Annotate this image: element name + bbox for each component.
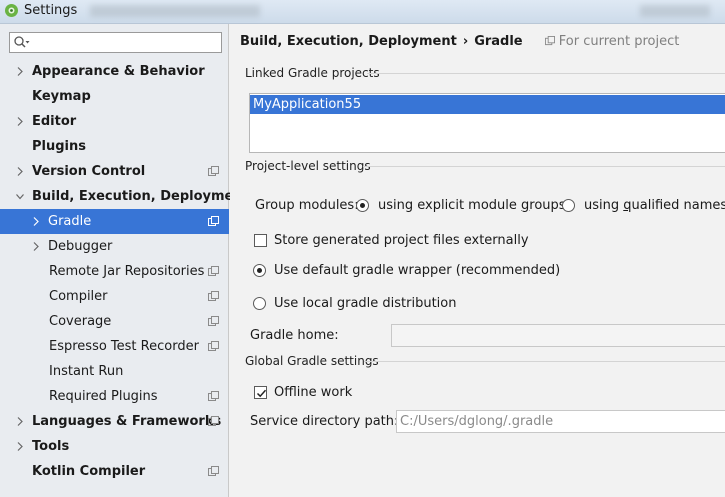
sidebar-item-tools[interactable]: Tools [0,434,229,459]
explicit-groups-radio[interactable] [356,199,369,212]
project-scope-icon [208,416,219,426]
sidebar-item-remote-jar-repositories[interactable]: Remote Jar Repositories [0,259,229,284]
project-scope-icon [208,291,219,301]
project-scope-icon [208,316,219,326]
sidebar-item-label: Espresso Test Recorder [49,339,199,354]
chevron-right-icon [17,67,23,76]
sidebar-item-coverage[interactable]: Coverage [0,309,229,334]
offline-work-label[interactable]: Offline work [274,385,352,400]
sidebar-item-label: Debugger [48,239,113,254]
explicit-groups-label-b: roups [529,198,566,213]
separator [364,361,725,362]
qualified-names-mnemonic: q [623,198,632,213]
sidebar-item-appearance-behavior[interactable]: Appearance & Behavior [0,59,229,84]
linked-projects-list[interactable]: MyApplication55 [249,93,725,153]
sidebar-item-label: Plugins [32,139,86,154]
sidebar-item-label: Required Plugins [49,389,158,404]
sidebar-item-required-plugins[interactable]: Required Plugins [0,384,229,409]
sidebar-item-debugger[interactable]: Debugger [0,234,229,259]
project-scope-icon [208,341,219,351]
chevron-right-icon [17,442,23,451]
background-blur [90,5,260,17]
sidebar-item-label: Editor [32,114,77,129]
sidebar-item-instant-run[interactable]: Instant Run [0,359,229,384]
sidebar-item-gradle[interactable]: Gradle [0,209,229,234]
chevron-right-icon [33,242,39,251]
breadcrumb: Build, Execution, Deployment › Gradle For … [240,34,679,49]
local-distribution-label[interactable]: Use local gradle distribution [274,296,456,311]
explicit-groups-label-a: using explicit module [378,198,522,213]
chevron-right-icon [17,167,23,176]
project-scope-icon [208,266,219,276]
project-scope-icon [208,166,219,176]
window-title: Settings [24,3,78,18]
search-input[interactable] [9,32,222,53]
sidebar-item-version-control[interactable]: Version Control [0,159,229,184]
sidebar-item-espresso-test-recorder[interactable]: Espresso Test Recorder [0,334,229,359]
breadcrumb-current: Gradle [474,34,523,49]
project-scope-icon [208,391,219,401]
service-directory-field[interactable]: C:/Users/dglong/.gradle [396,410,725,433]
group-modules-label: Group modules: [255,198,359,213]
sidebar-item-label: Languages & Frameworks [32,414,222,429]
gradle-home-label: Gradle home: [250,328,339,343]
sidebar-item-label: Tools [32,439,70,454]
sidebar-item-compiler[interactable]: Compiler [0,284,229,309]
qualified-names-label-a: using [584,198,624,213]
project-scope-icon [208,216,219,226]
sidebar-item-label: Kotlin Compiler [32,464,146,479]
android-studio-icon [5,4,18,17]
breadcrumb-parent: Build, Execution, Deployment [240,34,457,49]
separator [367,73,725,74]
gradle-home-field[interactable] [391,324,725,347]
store-external-label[interactable]: Store generated project files externally [274,233,529,248]
sidebar-item-plugins[interactable]: Plugins [0,134,229,159]
sidebar-item-label: Gradle [48,214,92,229]
sidebar-item-build-execution-deployment[interactable]: Build, Execution, Deployment [0,184,249,209]
project-scope-icon [544,36,555,46]
sidebar-item-label: Build, Execution, Deployment [32,189,249,204]
settings-content: Build, Execution, Deployment › Gradle For … [230,24,725,497]
linked-projects-title: Linked Gradle projects [245,66,380,80]
title-bar: Settings [0,0,725,24]
project-scope-label: For current project [558,34,680,49]
chevron-down-icon [16,194,24,200]
qualified-names-label[interactable]: using qualified names [584,198,725,213]
service-directory-label: Service directory path: [250,414,399,429]
sidebar-item-label: Instant Run [49,364,124,379]
chevron-right-icon [33,217,39,226]
sidebar-item-label: Appearance & Behavior [32,64,205,79]
global-settings-title: Global Gradle settings [245,354,379,368]
search-icon [14,36,30,48]
project-scope-icon [208,466,219,476]
chevron-right-icon [17,117,23,126]
explicit-groups-label[interactable]: using explicit module groups [378,198,566,213]
project-level-title: Project-level settings [245,159,371,173]
local-distribution-radio[interactable] [253,297,266,310]
background-blur-right [640,5,710,17]
sidebar-item-keymap[interactable]: Keymap [0,84,229,109]
breadcrumb-separator: › [462,34,469,49]
sidebar-item-label: Version Control [32,164,146,179]
default-wrapper-radio[interactable] [253,264,266,277]
separator [363,166,725,167]
chevron-right-icon [17,417,23,426]
checkmark-icon [256,389,267,398]
list-item[interactable]: MyApplication55 [250,95,725,114]
qualified-names-radio[interactable] [562,199,575,212]
sidebar-item-kotlin-compiler[interactable]: Kotlin Compiler [0,459,229,484]
project-scope-note: For current project [544,34,680,49]
offline-work-checkbox[interactable] [254,386,267,399]
qualified-names-label-b: ualified names [631,198,725,213]
sidebar-item-editor[interactable]: Editor [0,109,229,134]
sidebar-item-label: Keymap [32,89,91,104]
sidebar-item-label: Remote Jar Repositories [49,264,205,279]
default-wrapper-label[interactable]: Use default gradle wrapper (recommended) [274,263,560,278]
sidebar-item-label: Compiler [49,289,108,304]
sidebar-item-label: Coverage [49,314,112,329]
sidebar-item-languages-frameworks[interactable]: Languages & Frameworks [0,409,229,434]
store-external-checkbox[interactable] [254,234,267,247]
settings-sidebar: Appearance & Behavior Keymap Editor Plug… [0,24,249,497]
